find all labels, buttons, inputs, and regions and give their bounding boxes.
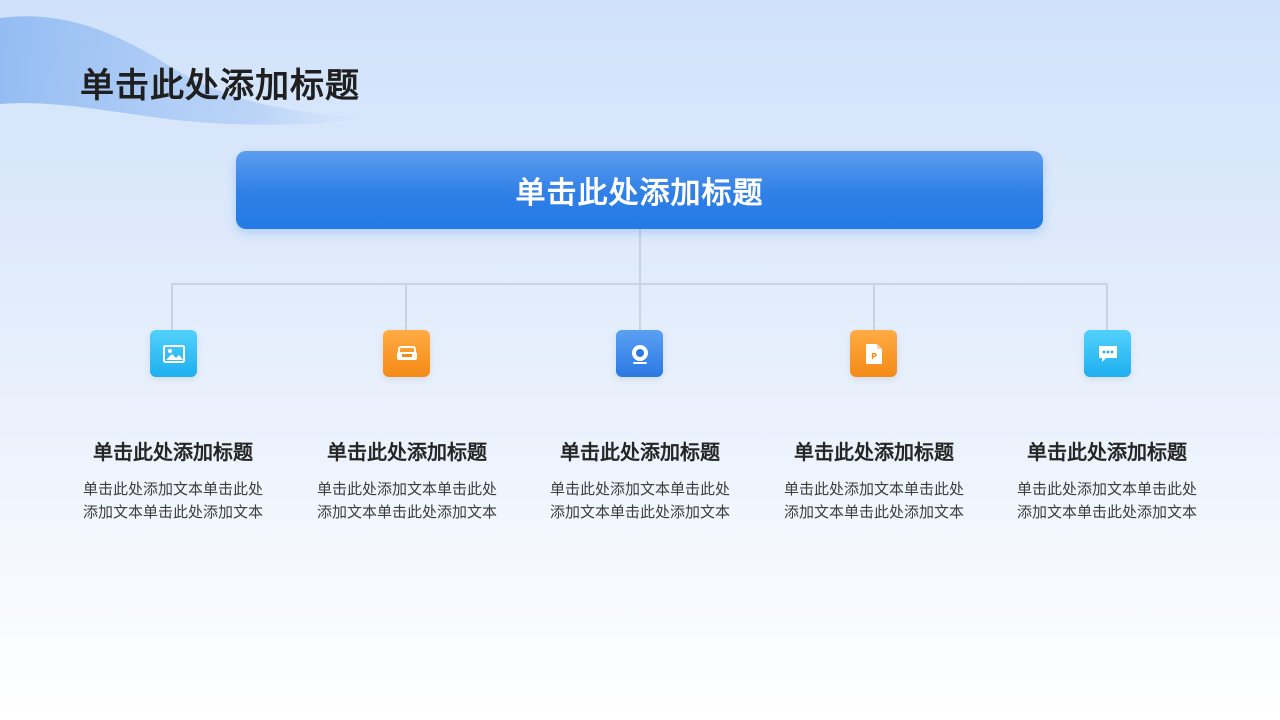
page-title: 单击此处添加标题 bbox=[80, 66, 360, 106]
sofa-icon bbox=[396, 345, 417, 360]
child-node-4-title: 单击此处添加标题 bbox=[794, 440, 954, 464]
child-node-2-text: 单击此处添加文本单击此处添加文本单击此处添加文本 bbox=[316, 480, 497, 521]
child-node-3-text: 单击此处添加文本单击此处添加文本单击此处添加文本 bbox=[549, 480, 730, 521]
child-node-4-icon-tile[interactable]: P bbox=[850, 330, 897, 377]
child-node-4-text: 单击此处添加文本单击此处添加文本单击此处添加文本 bbox=[783, 480, 964, 521]
child-node-2-icon-tile[interactable] bbox=[383, 330, 430, 377]
child-node-5-title: 单击此处添加标题 bbox=[1027, 440, 1187, 464]
child-node-1-text: 单击此处添加文本单击此处添加文本单击此处添加文本 bbox=[82, 480, 263, 521]
svg-text:P: P bbox=[871, 352, 877, 361]
child-node-5-icon-tile[interactable] bbox=[1084, 330, 1131, 377]
image-icon bbox=[162, 344, 185, 363]
root-node-label: 单击此处添加标题 bbox=[515, 176, 764, 211]
root-node[interactable]: 单击此处添加标题 bbox=[236, 151, 1043, 229]
child-node-2-title: 单击此处添加标题 bbox=[327, 440, 487, 464]
child-node-3-title: 单击此处添加标题 bbox=[560, 440, 720, 464]
target-icon bbox=[631, 344, 648, 364]
child-node-5-text: 单击此处添加文本单击此处添加文本单击此处添加文本 bbox=[1016, 480, 1197, 521]
child-node-3-icon-tile[interactable] bbox=[616, 330, 663, 377]
presentation-file-icon: P bbox=[865, 343, 882, 364]
child-node-1-icon-tile[interactable] bbox=[150, 330, 197, 377]
child-node-1-title: 单击此处添加标题 bbox=[93, 440, 253, 464]
chat-bubble-icon bbox=[1098, 345, 1117, 362]
